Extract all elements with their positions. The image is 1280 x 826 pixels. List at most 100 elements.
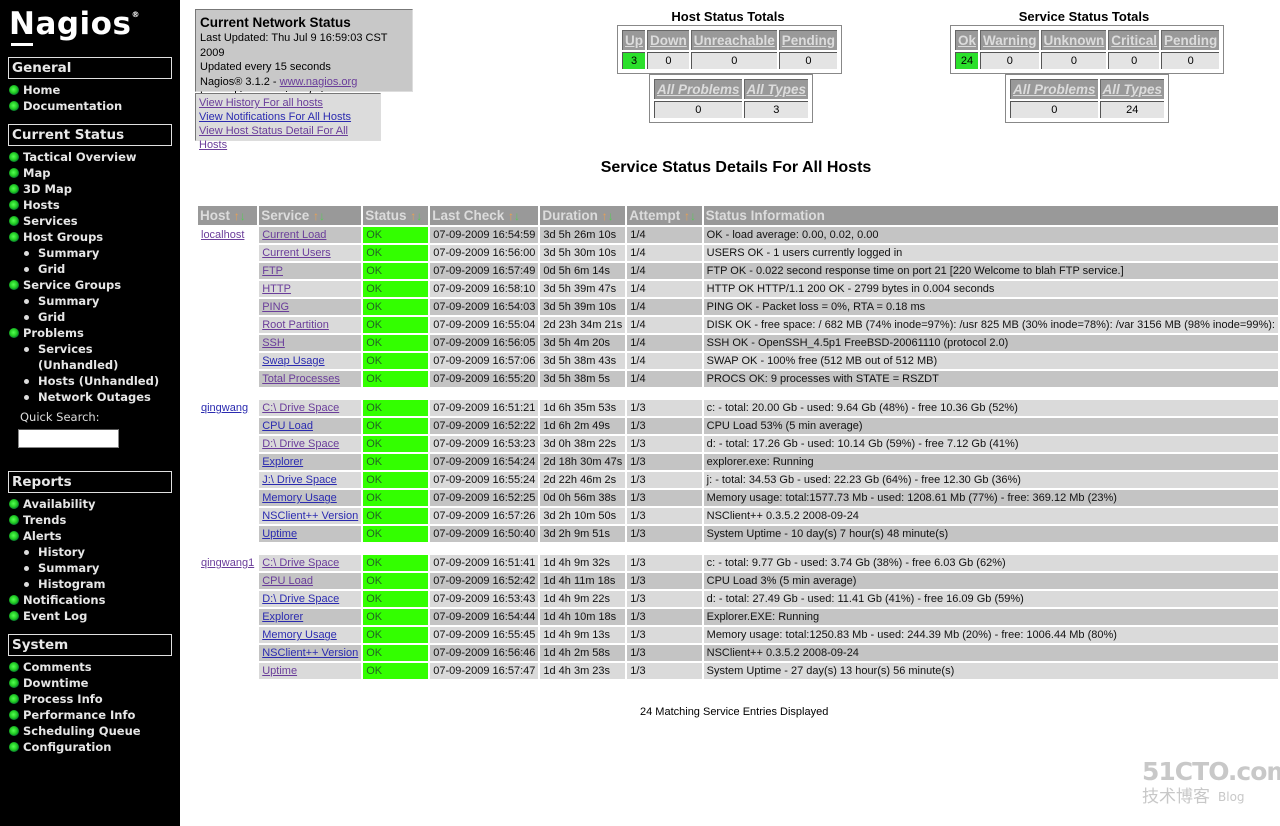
sort-descending-icon[interactable]: ↓ (240, 209, 246, 223)
nav-problems[interactable]: Problems (9, 325, 159, 341)
nav-scheduling-queue[interactable]: Scheduling Queue (9, 723, 141, 739)
service-link[interactable]: Memory Usage (262, 629, 337, 641)
service-link[interactable]: Total Processes (262, 373, 340, 385)
service-link[interactable]: CPU Load (262, 575, 313, 587)
nav-documentation[interactable]: Documentation (9, 98, 122, 114)
host-all-types-header[interactable]: All Types (743, 79, 809, 99)
host-link[interactable]: qingwang (201, 402, 248, 414)
sort-descending-icon[interactable]: ↓ (690, 209, 696, 223)
current-status-nav: Tactical Overview Map 3D Map Hosts Servi… (9, 149, 159, 405)
nav-problems-services-unhandled-cont[interactable]: (Unhandled) (9, 357, 159, 373)
nav-host-groups[interactable]: Host Groups (9, 229, 159, 245)
service-unknown-header[interactable]: Unknown (1040, 30, 1107, 50)
service-link[interactable]: Root Partition (262, 319, 329, 331)
service-all-types-count: 24 (1099, 101, 1165, 118)
service-link[interactable]: C:\ Drive Space (262, 557, 339, 569)
view-host-status-link[interactable]: View Host Status Detail For All Hosts (199, 124, 377, 152)
host-cell (198, 526, 258, 542)
nav-downtime[interactable]: Downtime (9, 675, 141, 691)
nav-hosts[interactable]: Hosts (9, 197, 159, 213)
service-ok-header[interactable]: Ok (955, 30, 979, 50)
nav-label: (Unhandled) (38, 358, 119, 372)
host-all-problems-count: 0 (654, 101, 742, 118)
attempt-cell: 1/4 (627, 245, 702, 261)
host-all-problems-header[interactable]: All Problems (654, 79, 742, 99)
nav-label: Host Groups (23, 230, 104, 244)
service-link[interactable]: NSClient++ Version (262, 510, 358, 522)
nav-service-groups-grid[interactable]: Grid (9, 309, 159, 325)
nav-comments[interactable]: Comments (9, 659, 141, 675)
nav-problems-hosts-unhandled[interactable]: Hosts (Unhandled) (9, 373, 159, 389)
service-link[interactable]: FTP (262, 265, 283, 277)
nav-alerts-history[interactable]: History (9, 544, 105, 560)
service-all-types-header[interactable]: All Types (1099, 79, 1165, 99)
service-link[interactable]: Uptime (262, 528, 297, 540)
nav-service-groups[interactable]: Service Groups (9, 277, 159, 293)
service-cell: SSH (259, 335, 362, 351)
nav-alerts-histogram[interactable]: Histogram (9, 576, 105, 592)
view-history-link[interactable]: View History For all hosts (199, 96, 377, 110)
service-link[interactable]: C:\ Drive Space (262, 402, 339, 414)
nav-performance-info[interactable]: Performance Info (9, 707, 141, 723)
nav-problems-services-unhandled[interactable]: Services (9, 341, 159, 357)
nav-host-groups-summary[interactable]: Summary (9, 245, 159, 261)
nav-process-info[interactable]: Process Info (9, 691, 141, 707)
service-link[interactable]: Explorer (262, 611, 303, 623)
table-row: localhost Current Load OK 07-09-2009 16:54:… (198, 227, 1278, 243)
nav-label: History (38, 545, 85, 559)
col-label: Duration (542, 208, 598, 223)
nav-availability[interactable]: Availability (9, 496, 105, 512)
service-pending-header[interactable]: Pending (1161, 30, 1220, 50)
duration-cell: 1d 4h 2m 58s (540, 645, 626, 661)
sort-descending-icon[interactable]: ↓ (416, 209, 422, 223)
service-link[interactable]: Current Users (262, 247, 330, 259)
nav-services[interactable]: Services (9, 213, 159, 229)
service-link[interactable]: Current Load (262, 229, 326, 241)
service-link[interactable]: HTTP (262, 283, 291, 295)
quick-search-input[interactable] (18, 429, 119, 448)
service-warning-header[interactable]: Warning (980, 30, 1039, 50)
service-link[interactable]: D:\ Drive Space (262, 593, 339, 605)
host-pending-header[interactable]: Pending (778, 30, 838, 50)
nagios-logo[interactable]: Nagios® (9, 6, 140, 46)
view-notifications-link[interactable]: View Notifications For All Hosts (199, 110, 377, 124)
attempt-cell: 1/4 (627, 335, 702, 351)
nav-network-outages[interactable]: Network Outages (9, 389, 159, 405)
service-link[interactable]: D:\ Drive Space (262, 438, 339, 450)
service-link[interactable]: CPU Load (262, 420, 313, 432)
nav-alerts[interactable]: Alerts (9, 528, 105, 544)
service-link[interactable]: Explorer (262, 456, 303, 468)
service-all-problems-count: 0 (1010, 101, 1098, 118)
nav-host-groups-grid[interactable]: Grid (9, 261, 159, 277)
service-link[interactable]: J:\ Drive Space (262, 474, 337, 486)
nav-configuration[interactable]: Configuration (9, 739, 141, 755)
nav-trends[interactable]: Trends (9, 512, 105, 528)
duration-cell: 1d 4h 9m 32s (540, 555, 626, 571)
service-totals-title: Service Status Totals (1018, 9, 1150, 24)
sort-descending-icon[interactable]: ↓ (319, 209, 325, 223)
nav-service-groups-summary[interactable]: Summary (9, 293, 159, 309)
service-link[interactable]: SSH (262, 337, 285, 349)
service-link[interactable]: NSClient++ Version (262, 647, 358, 659)
service-all-problems-header[interactable]: All Problems (1010, 79, 1098, 99)
nav-label: Network Outages (38, 390, 151, 404)
host-link[interactable]: qingwang1 (201, 557, 254, 569)
service-link[interactable]: Memory Usage (262, 492, 337, 504)
nav-notifications[interactable]: Notifications (9, 592, 105, 608)
nav-3d-map[interactable]: 3D Map (9, 181, 159, 197)
service-critical-header[interactable]: Critical (1108, 30, 1160, 50)
host-up-header[interactable]: Up (622, 30, 645, 50)
sort-descending-icon[interactable]: ↓ (608, 209, 614, 223)
host-down-header[interactable]: Down (647, 30, 689, 50)
sort-descending-icon[interactable]: ↓ (514, 209, 520, 223)
service-link[interactable]: Swap Usage (262, 355, 324, 367)
host-unreachable-header[interactable]: Unreachable (690, 30, 777, 50)
nav-home[interactable]: Home (9, 82, 122, 98)
nav-event-log[interactable]: Event Log (9, 608, 105, 624)
nav-alerts-summary[interactable]: Summary (9, 560, 105, 576)
service-link[interactable]: PING (262, 301, 289, 313)
service-link[interactable]: Uptime (262, 665, 297, 677)
nagios-website-link[interactable]: www.nagios.org (280, 76, 358, 88)
host-link[interactable]: localhost (201, 229, 244, 241)
watermark-site: 51CTO.com (1142, 757, 1280, 786)
